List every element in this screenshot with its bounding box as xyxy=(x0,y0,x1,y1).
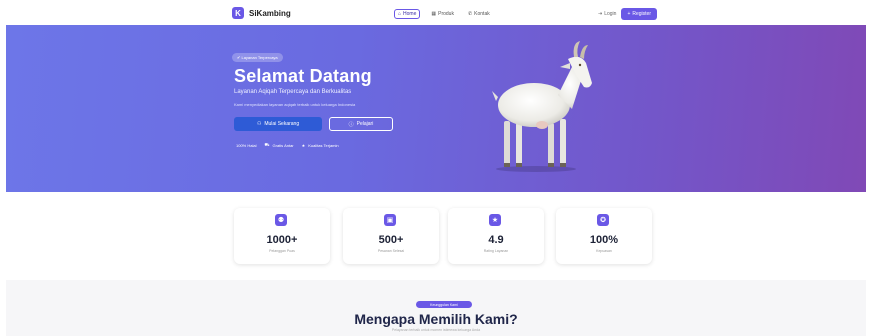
stat-label: Pelanggan Puas xyxy=(269,249,295,253)
stat-label: Kepuasan xyxy=(596,249,612,253)
menu-item-label: Kontak xyxy=(474,11,490,17)
register-button[interactable]: + Register xyxy=(621,8,657,20)
auth-links: ⇥ Login + Register xyxy=(598,8,657,20)
hero-description: Kami menyediakan layanan aqiqah terbaik … xyxy=(234,102,356,107)
feature-label: 100% Halal xyxy=(236,142,257,148)
login-label: Login xyxy=(604,11,617,17)
truck-icon: ⛟ xyxy=(264,142,270,147)
home-icon: ⌂ xyxy=(398,11,402,17)
feature-item: 100% Halal xyxy=(236,143,256,148)
menu-item-kontak[interactable]: ✆ Kontak xyxy=(465,9,493,19)
feature-item: ★ Kualitas Terjamin xyxy=(302,143,339,148)
menu-item-produk[interactable]: ▦ Produk xyxy=(428,9,457,19)
check-icon: ✔ xyxy=(237,55,241,60)
stat-card-customers: ⚉ 1000+ Pelanggan Puas xyxy=(234,208,330,264)
user-plus-icon: + xyxy=(627,11,631,17)
stat-value: 500+ xyxy=(378,234,404,246)
award-icon: ✪ xyxy=(597,214,609,226)
box-icon: ▣ xyxy=(384,214,396,226)
why-section: Keunggulan Kami Mengapa Memilih Kami? Pe… xyxy=(6,280,866,336)
why-subtitle: Pelayanan terbaik untuk momen istimewa k… xyxy=(391,328,481,332)
hero-title: Selamat Datang xyxy=(234,66,372,86)
feature-label: Kualitas Terjamin xyxy=(308,142,339,148)
hero-badge-label: Layanan Terpercaya xyxy=(241,55,278,60)
hero-badge: ✔ Layanan Terpercaya xyxy=(232,53,283,62)
start-now-button[interactable]: ⚇ Mulai Sekarang xyxy=(234,117,322,131)
hero-features: 100% Halal ⛟ Gratis Antar ★ Kualitas Ter… xyxy=(236,142,339,148)
navbar: K SiKambing ⌂ Home ▦ Produk ✆ Kontak ⇥ L… xyxy=(0,0,872,25)
stat-label: Rating Layanan xyxy=(483,249,509,253)
why-title: Mengapa Memilih Kami? xyxy=(354,311,518,327)
menu-item-home[interactable]: ⌂ Home xyxy=(394,9,421,19)
learn-more-button[interactable]: ⓘ Pelajari xyxy=(329,117,393,131)
stat-card-satisfaction: ✪ 100% Kepuasan xyxy=(556,208,652,264)
stat-value: 1000+ xyxy=(266,234,298,246)
grid-icon: ▦ xyxy=(431,11,437,17)
star-icon: ★ xyxy=(489,214,501,226)
learn-more-label: Pelajari xyxy=(356,121,374,127)
hero-section: ✔ Layanan Terpercaya Selamat Datang Laya… xyxy=(6,25,866,192)
menu-item-label: Home xyxy=(403,11,417,17)
login-link[interactable]: ⇥ Login xyxy=(598,11,616,17)
feature-label: Gratis Antar xyxy=(272,142,294,148)
feature-item: ⛟ Gratis Antar xyxy=(264,142,293,148)
phone-icon: ✆ xyxy=(467,11,473,17)
stat-label: Pesanan Selesai xyxy=(377,249,405,253)
user-plus-icon: ⚇ xyxy=(256,121,262,127)
users-icon: ⚉ xyxy=(275,214,287,226)
start-now-label: Mulai Sekarang xyxy=(264,121,300,127)
why-badge: Keunggulan Kami xyxy=(416,301,472,308)
brand-name: SiKambing xyxy=(249,8,291,18)
login-icon: ⇥ xyxy=(598,11,603,17)
info-icon: ⓘ xyxy=(348,121,354,128)
stat-value: 4.9 xyxy=(488,234,504,246)
hero-subtitle: Layanan Aqiqah Terpercaya dan Berkualita… xyxy=(234,89,352,95)
main-menu: ⌂ Home ▦ Produk ✆ Kontak xyxy=(394,9,493,19)
star-icon: ★ xyxy=(301,142,306,148)
stat-value: 100% xyxy=(589,234,619,246)
brand[interactable]: K SiKambing xyxy=(232,7,291,19)
brand-logo: K xyxy=(232,7,244,19)
stat-card-orders: ▣ 500+ Pesanan Selesai xyxy=(343,208,439,264)
goat-image xyxy=(492,41,592,172)
stat-card-rating: ★ 4.9 Rating Layanan xyxy=(448,208,544,264)
menu-item-label: Produk xyxy=(438,11,454,17)
register-label: Register xyxy=(632,11,651,17)
